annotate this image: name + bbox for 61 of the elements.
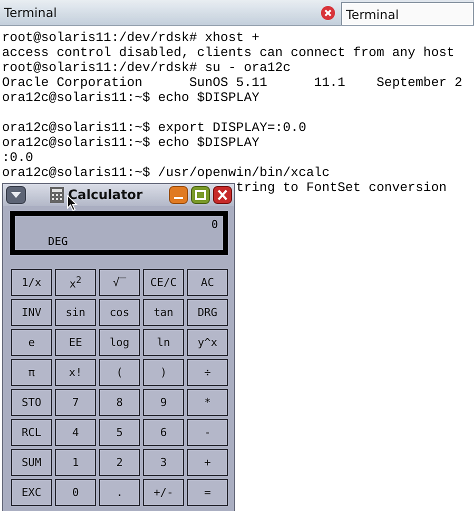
terminal-line: ora12c@solaris11:~$ /usr/openwin/bin/xcalc	[2, 165, 330, 180]
calculator-key[interactable]: 2	[99, 449, 140, 476]
terminal-line: Oracle Corporation SunOS 5.11 11.1 September 2	[2, 75, 462, 90]
calculator-key[interactable]: 8	[99, 389, 140, 416]
calculator-key[interactable]: DRG	[187, 299, 228, 326]
close-icon[interactable]	[321, 6, 335, 20]
calculator-key[interactable]: π	[11, 359, 52, 386]
terminal-line: ora12c@solaris11:~$ echo $DISPLAY	[2, 90, 260, 105]
calculator-key[interactable]: tan	[143, 299, 184, 326]
calculator-key[interactable]: e	[11, 329, 52, 356]
terminal-line: root@solaris11:/dev/rdsk# su - ora12c	[2, 60, 291, 75]
calculator-key[interactable]: =	[187, 479, 228, 506]
calculator-key[interactable]: -	[187, 419, 228, 446]
maximize-icon[interactable]	[191, 186, 210, 204]
calculator-key[interactable]: EE	[55, 329, 96, 356]
calculator-key[interactable]: *	[187, 389, 228, 416]
terminal-line: access control disabled, clients can connect from any host	[2, 45, 454, 60]
calculator-key[interactable]: AC	[187, 269, 228, 296]
calculator-key[interactable]: √‾	[99, 269, 140, 296]
terminal-tab[interactable]: Terminal	[341, 2, 474, 25]
terminal-tab[interactable]: Terminal	[0, 0, 341, 25]
calculator-key[interactable]: CE/C	[143, 269, 184, 296]
minimize-icon[interactable]	[169, 186, 188, 204]
calculator-key[interactable]: y^x	[187, 329, 228, 356]
calculator-key[interactable]: 9	[143, 389, 184, 416]
calculator-key[interactable]: ÷	[187, 359, 228, 386]
terminal-line: ora12c@solaris11:~$ echo $DISPLAY	[2, 135, 260, 150]
calculator-key[interactable]: cos	[99, 299, 140, 326]
calculator-key[interactable]: SUM	[11, 449, 52, 476]
calculator-key[interactable]: x$^{2}$	[55, 269, 96, 296]
menu-icon[interactable]	[6, 186, 26, 204]
calculator-key[interactable]: 7	[55, 389, 96, 416]
calculator-key[interactable]: 4	[55, 419, 96, 446]
calculator-key[interactable]: 1	[55, 449, 96, 476]
calculator-key[interactable]: 1/x	[11, 269, 52, 296]
calculator-icon	[50, 187, 64, 203]
terminal-line: tring to FontSet conversion	[236, 180, 447, 195]
close-icon[interactable]	[213, 186, 232, 204]
calculator-key[interactable]: INV	[11, 299, 52, 326]
terminal-line: root@solaris11:/dev/rdsk# xhost +	[2, 30, 260, 45]
calculator-key[interactable]: (	[99, 359, 140, 386]
angle-mode: DEG	[48, 235, 68, 248]
calculator-key[interactable]: x!	[55, 359, 96, 386]
calculator-key[interactable]: STO	[11, 389, 52, 416]
calculator-key[interactable]: +	[187, 449, 228, 476]
calculator-key[interactable]: log	[99, 329, 140, 356]
calculator-key[interactable]: )	[143, 359, 184, 386]
calculator-key[interactable]: 6	[143, 419, 184, 446]
window-title: Calculator	[68, 188, 143, 202]
display-value: 0	[211, 218, 218, 231]
terminal-line: :0.0	[2, 150, 34, 165]
calculator-key[interactable]: sin	[55, 299, 96, 326]
calculator-key[interactable]: 0	[55, 479, 96, 506]
terminal-line: ora12c@solaris11:~$ export DISPLAY=:0.0	[2, 120, 306, 135]
calculator-key[interactable]: +/-	[143, 479, 184, 506]
calculator-key[interactable]: 5	[99, 419, 140, 446]
calculator-key[interactable]: 3	[143, 449, 184, 476]
calculator-key[interactable]: EXC	[11, 479, 52, 506]
calculator-key[interactable]: ln	[143, 329, 184, 356]
calculator-key[interactable]: RCL	[11, 419, 52, 446]
calculator-key[interactable]: .	[99, 479, 140, 506]
